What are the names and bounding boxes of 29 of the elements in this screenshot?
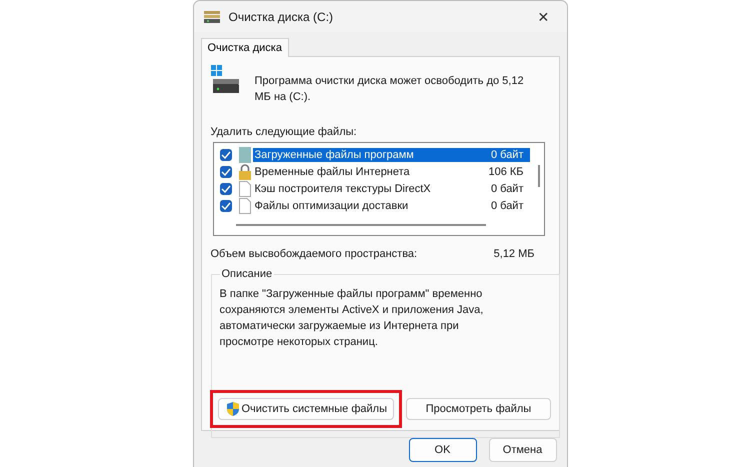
list-label: Удалить следующие файлы: [210,126,358,138]
list-item[interactable]: Загруженные файлы программ 0 байт [252,148,530,162]
intro-text: Программа очистки диска может освободить до 5,12 МБ на (C:). [254,74,525,105]
shield-icon [224,401,240,417]
list-item[interactable]: Файлы оптимизации доставки 0 байт [252,198,530,212]
dialog-button[interactable]: OK [408,438,476,462]
checkbox[interactable] [220,200,232,212]
close-button[interactable]: ✕ [520,1,566,32]
checkbox[interactable] [220,166,232,178]
horizontal-scrollbar[interactable] [236,224,486,226]
action-button[interactable]: Просмотреть файлы [406,398,551,420]
checkbox[interactable] [220,182,232,194]
list-item[interactable]: Кэш построителя текстуры DirectX 0 байт [252,182,530,196]
vertical-scrollbar[interactable] [538,165,540,187]
padlock-icon [238,164,252,180]
tab[interactable]: Очистка диска [200,38,289,57]
space-value: 5,12 МБ [494,248,534,260]
group-title: Описание [220,268,274,280]
list-item[interactable]: Временные файлы Интернета 106 КБ [252,164,530,178]
folder-icon [238,146,252,162]
file-icon [238,198,252,214]
description-text: В папке "Загруженные файлы программ" временно сохраняются элементы ActiveX и приложения Java, автоматически загружаемые из Интернета при просмотре некоторых страниц. [220,287,484,350]
disk-icon [202,10,220,24]
checkbox[interactable] [220,148,232,160]
window-title: Очистка диска (C:) [228,10,334,24]
space-label: Объем высвобождаемого пространства: [210,248,418,260]
file-icon [238,180,252,196]
dialog-button[interactable]: Отмена [488,438,556,462]
action-button[interactable]: Очистить системные файлы [218,398,394,420]
